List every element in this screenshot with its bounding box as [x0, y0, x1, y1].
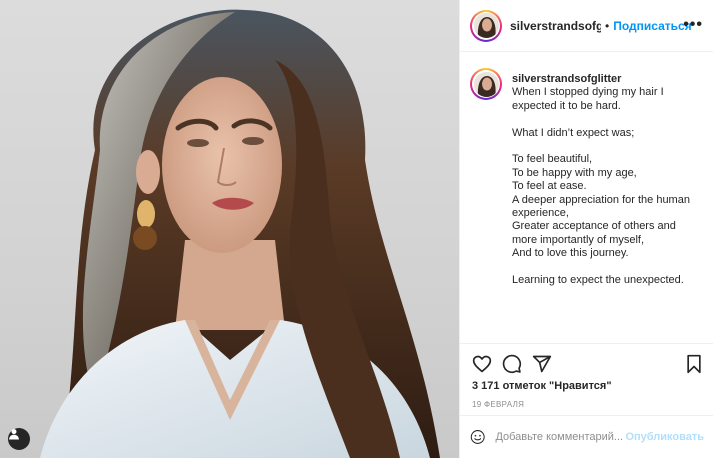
caption-line	[512, 140, 690, 153]
instagram-post: silverstrandsofglitte • Подписаться •••	[0, 0, 713, 458]
heart-icon[interactable]	[472, 354, 492, 374]
caption-line: To be happy with my age,	[512, 166, 637, 179]
caption-username-link[interactable]: silverstrandsofglitter	[512, 73, 690, 86]
header-username-link[interactable]: silverstrandsofglitte	[510, 19, 601, 33]
user-tag-button[interactable]	[8, 428, 30, 450]
action-icons	[472, 354, 704, 376]
portrait-image	[40, 9, 440, 458]
post-actions: 3 171 отметок "Нравится" 19 ФЕВРАЛЯ	[460, 343, 713, 415]
avatar-image	[473, 13, 499, 38]
caption-line: To feel beautiful,	[512, 153, 593, 166]
caption-line: And to love this journey.	[512, 247, 629, 260]
publish-button[interactable]: Опубликовать	[625, 431, 704, 443]
comment-bar: Опубликовать	[460, 415, 713, 458]
caption-line: To feel at ease.	[512, 180, 587, 193]
follow-button[interactable]: Подписаться	[613, 19, 691, 33]
caption-line: A deeper appreciation for the human	[512, 193, 690, 206]
caption-text: silverstrandsofglitter When I stopped dy…	[512, 68, 690, 287]
comment-input[interactable]	[495, 431, 624, 443]
user-tag-icon	[9, 429, 19, 440]
caption-line: more importantly of myself,	[512, 233, 645, 246]
caption-avatar[interactable]	[470, 68, 502, 100]
avatar-image	[473, 71, 499, 97]
bookmark-icon[interactable]	[685, 354, 703, 374]
caption-line	[512, 261, 690, 274]
caption-line: experience,	[512, 207, 569, 220]
post-caption: silverstrandsofglitter When I stopped dy…	[470, 68, 710, 287]
caption-line: What I didn’t expect was;	[512, 126, 635, 139]
post-photo[interactable]	[0, 0, 459, 458]
separator-dot: •	[605, 18, 610, 33]
caption-line: When I stopped dying my hair I	[512, 86, 664, 99]
post-sidebar: silverstrandsofglitte • Подписаться •••	[459, 0, 713, 458]
share-icon[interactable]	[532, 354, 552, 374]
post-date[interactable]: 19 ФЕВРАЛЯ	[472, 400, 524, 409]
post-header: silverstrandsofglitte • Подписаться •••	[460, 0, 713, 52]
caption-line: Greater acceptance of others and	[512, 220, 676, 233]
likes-count[interactable]: 3 171 отметок "Нравится"	[472, 380, 612, 392]
caption-line: expected it to be hard.	[512, 99, 621, 112]
emoji-icon[interactable]	[470, 427, 485, 447]
comment-icon[interactable]	[502, 354, 522, 374]
avatar[interactable]	[470, 9, 502, 42]
caption-line	[512, 113, 690, 126]
more-icon[interactable]: •••	[683, 16, 703, 34]
caption-line: Learning to expect the unexpected.	[512, 274, 684, 287]
